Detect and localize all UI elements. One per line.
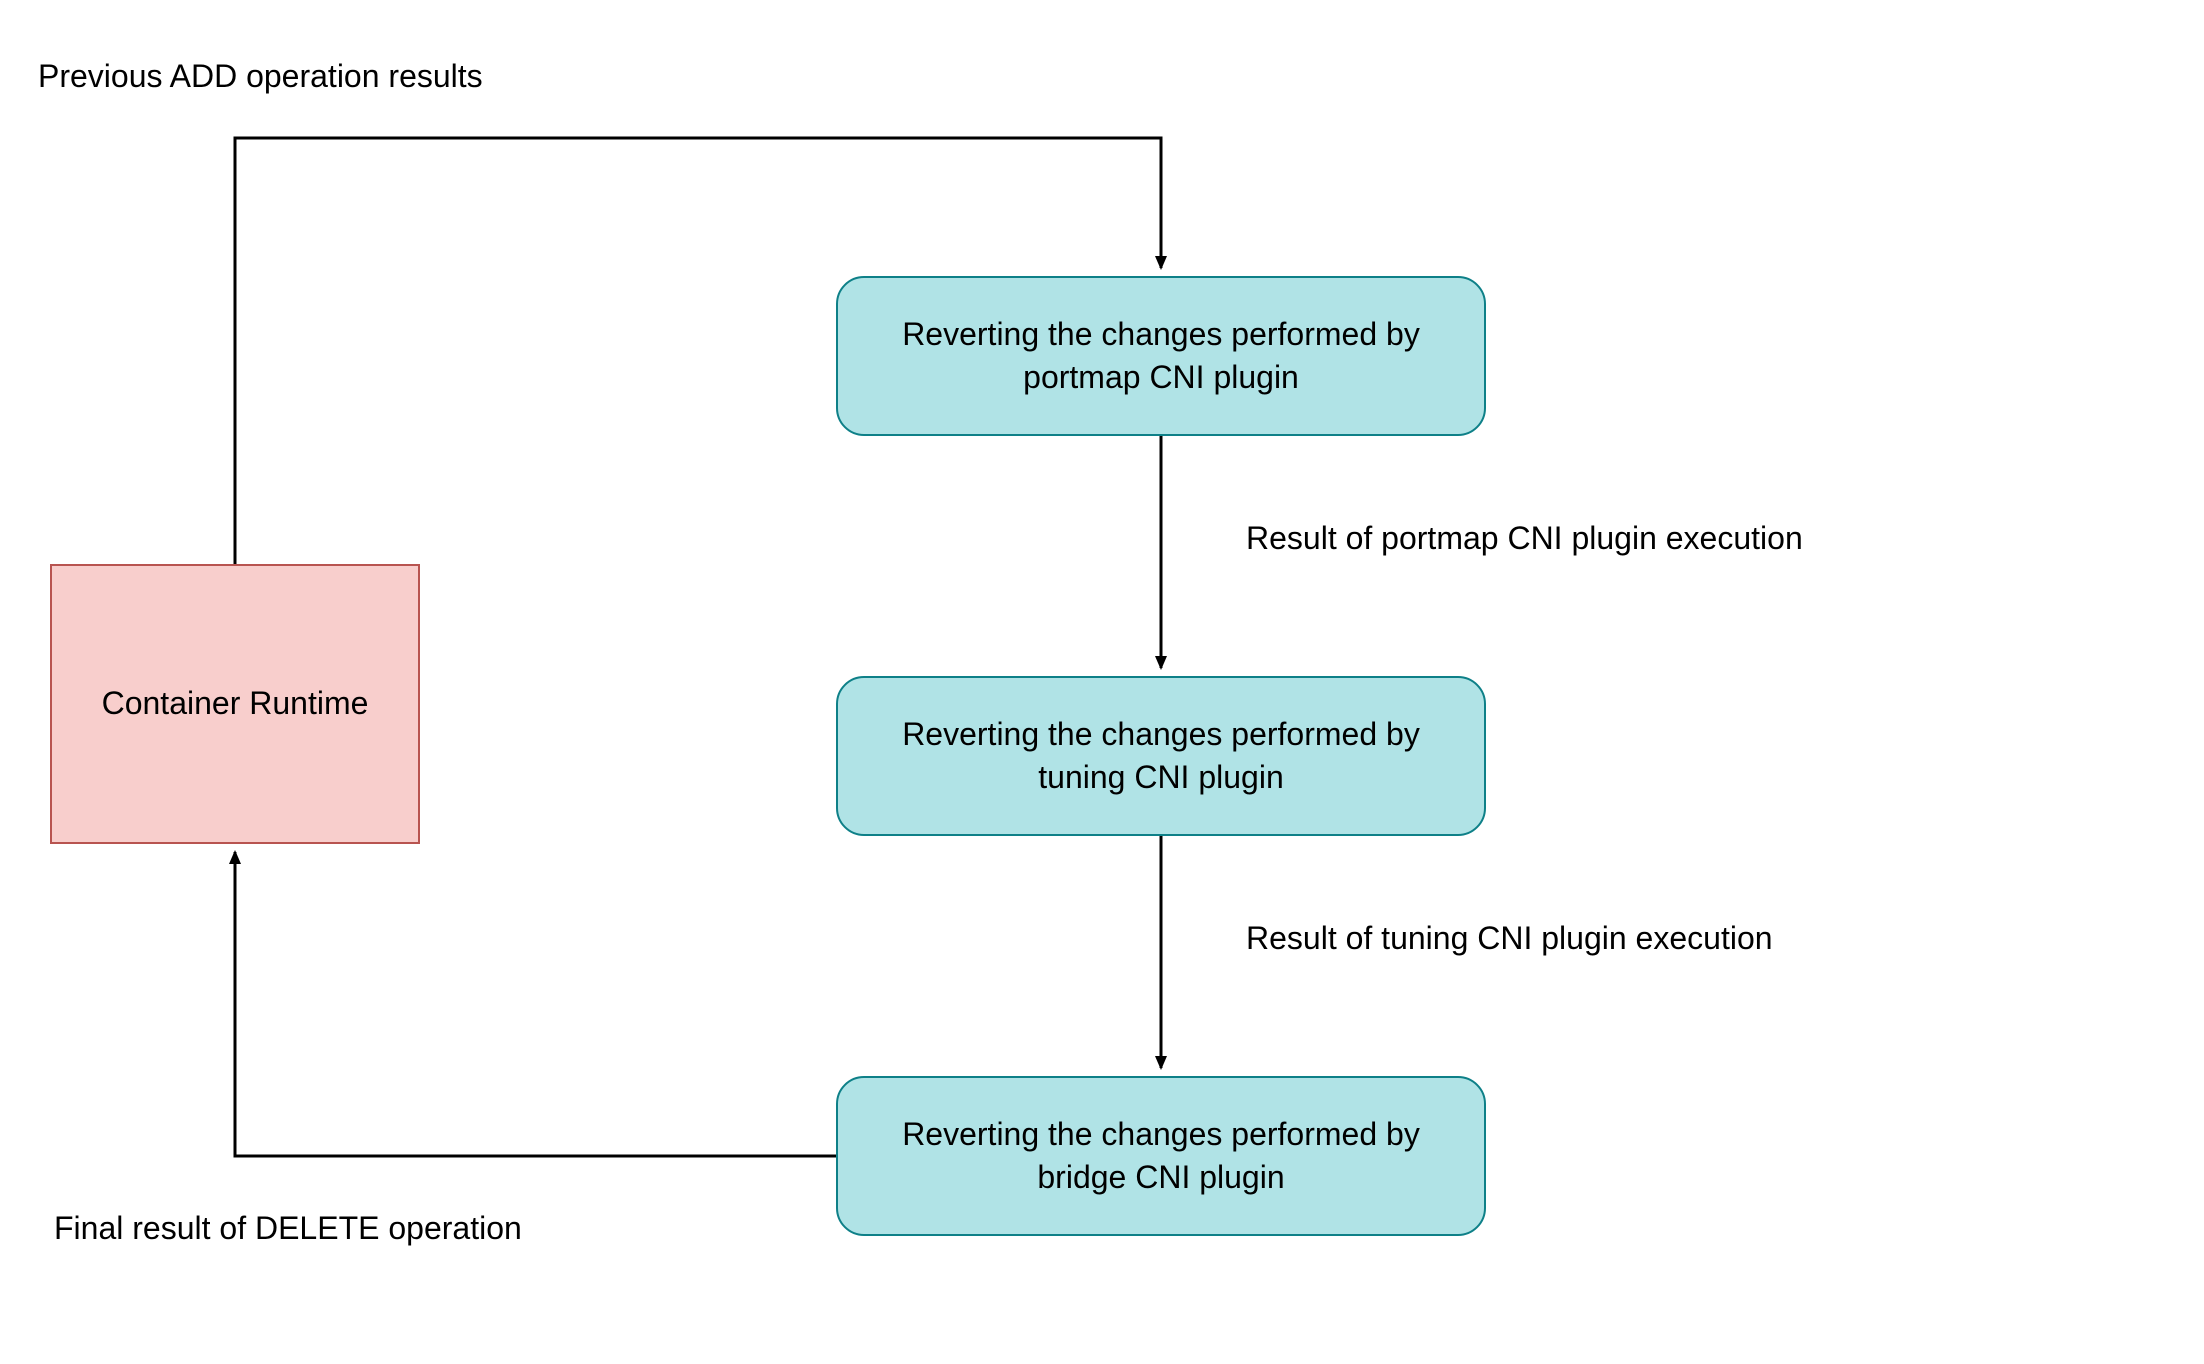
portmap-line2: portmap CNI plugin [902,356,1420,399]
bridge-line2: bridge CNI plugin [902,1156,1420,1199]
bridge-line1: Reverting the changes performed by [902,1113,1420,1156]
container-runtime-box: Container Runtime [50,564,420,844]
tuning-line1: Reverting the changes performed by [902,713,1420,756]
container-runtime-text: Container Runtime [102,682,369,725]
label-previous-add: Previous ADD operation results [38,58,483,95]
label-final-result: Final result of DELETE operation [54,1210,522,1247]
arrow-bridge-to-runtime [235,852,836,1156]
portmap-plugin-box: Reverting the changes performed by portm… [836,276,1486,436]
tuning-plugin-box: Reverting the changes performed by tunin… [836,676,1486,836]
portmap-line1: Reverting the changes performed by [902,313,1420,356]
label-portmap-result: Result of portmap CNI plugin execution [1246,520,1803,557]
tuning-line2: tuning CNI plugin [902,756,1420,799]
bridge-plugin-box: Reverting the changes performed by bridg… [836,1076,1486,1236]
label-tuning-result: Result of tuning CNI plugin execution [1246,920,1773,957]
